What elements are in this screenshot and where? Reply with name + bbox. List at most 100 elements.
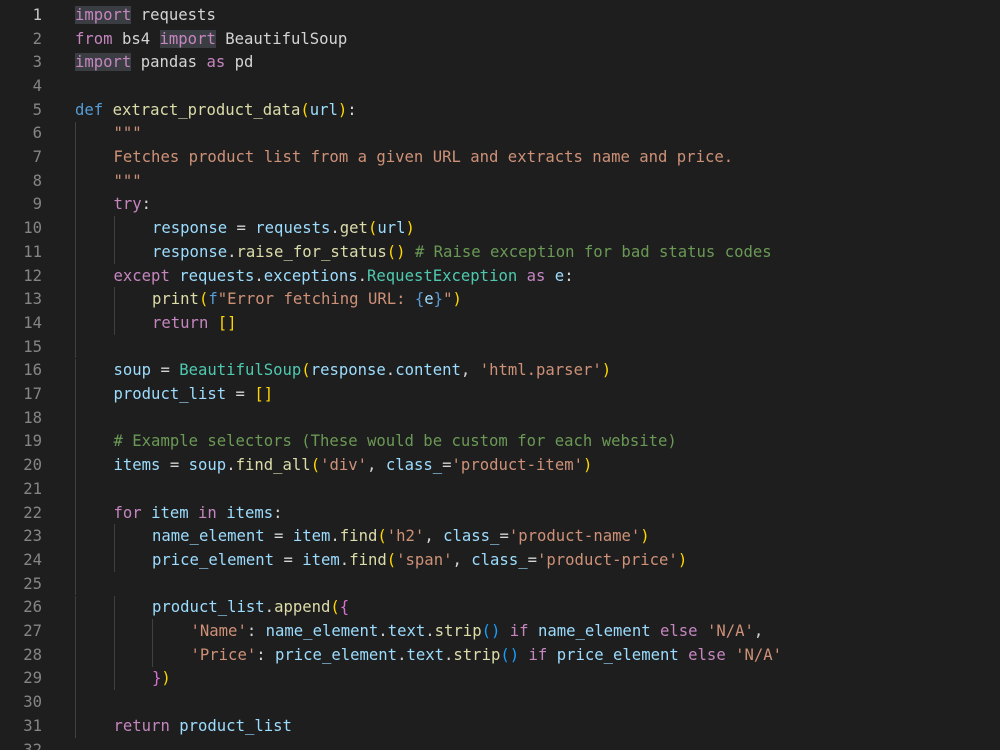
code-text: import pandas as pd [75, 50, 253, 74]
code-token: item [151, 503, 189, 522]
code-token: soup [188, 456, 227, 475]
code-token: response [152, 219, 228, 238]
code-line[interactable]: 12 except requests. exceptions. RequestExce… [0, 263, 1000, 288]
code-line[interactable]: 21 [0, 477, 1000, 501]
code-token: return [152, 313, 209, 332]
code-line[interactable]: 32 [0, 738, 1000, 750]
code-token: price_element [275, 645, 398, 664]
code-token: """ [113, 124, 142, 143]
code-token: 'html.parser' [479, 361, 602, 380]
code-token: ) [677, 550, 688, 569]
code-token: . [254, 266, 264, 285]
code-line[interactable]: 13 print(f "Error fetching URL: {e} ") [0, 287, 1000, 312]
line-number: 26 [23, 598, 42, 617]
indent-guide [75, 500, 76, 525]
code-editor[interactable]: 1 import requests 2 from bs4 import Beautif… [0, 0, 1000, 750]
code-token: get [339, 219, 368, 238]
indent-guide [113, 642, 115, 667]
code-token: product_list [152, 598, 265, 617]
line-number: 13 [23, 290, 42, 309]
indent-guide [75, 216, 76, 240]
code-token: . [425, 622, 435, 641]
indent-guide [75, 358, 76, 383]
indent-guide [75, 477, 76, 501]
code-text: try: [114, 193, 152, 217]
indent-guide [75, 334, 76, 359]
code-line[interactable]: 26 product_list. append({ [0, 595, 1000, 620]
code-token: def [75, 100, 104, 119]
code-token: ) [405, 219, 415, 238]
line-number: 6 [32, 124, 42, 143]
code-line[interactable]: 22 for item in items: [0, 500, 1000, 525]
code-token: append [274, 598, 331, 617]
code-token: () [500, 645, 520, 664]
code-line[interactable]: 8 """ [0, 168, 1000, 193]
code-token: requests [131, 5, 216, 24]
line-number: 4 [32, 76, 42, 95]
code-token: in [198, 503, 217, 522]
code-line[interactable]: 15 [0, 334, 1000, 359]
code-token: e [424, 290, 434, 309]
code-line[interactable]: 3 import pandas as pd [0, 50, 1000, 74]
code-line[interactable]: 18 [0, 405, 1000, 430]
code-line[interactable]: 10 response = requests. get(url) [0, 216, 1000, 240]
code-line[interactable]: 9 try: [0, 192, 1000, 217]
code-token: , [753, 622, 764, 641]
code-line[interactable]: 4 [0, 74, 1000, 98]
code-token: class_ [385, 456, 443, 475]
code-token: : [141, 195, 152, 214]
code-token: content [395, 361, 461, 380]
code-token: else [688, 645, 726, 664]
code-token: 'Name' [190, 622, 247, 641]
code-line[interactable]: 19 # Example selectors (These would be cu… [0, 429, 1000, 454]
code-line[interactable]: 14 return [] [0, 311, 1000, 335]
code-token: : [246, 622, 266, 641]
code-line[interactable]: 16 soup = BeautifulSoup(response. content,… [0, 358, 1000, 383]
code-token: } [433, 290, 444, 309]
code-line[interactable]: 24 price_element = item. find('span', clas… [0, 548, 1000, 572]
line-number: 5 [32, 100, 42, 119]
code-line[interactable]: 20 items = soup. find_all('div', class_ ='p… [0, 453, 1000, 477]
line-number: 8 [32, 171, 42, 190]
code-token: exceptions [263, 266, 358, 285]
line-number: 21 [23, 479, 42, 498]
code-line[interactable]: 23 name_element = item. find('h2', class_ =… [0, 524, 1000, 549]
indent-guide [113, 287, 115, 312]
code-token: 'product-item' [451, 456, 583, 475]
code-line[interactable]: 7 Fetches product list from a given URL a… [0, 145, 1000, 169]
code-line[interactable]: 5 def extract_product_data(url): [0, 98, 1000, 122]
code-token: { [414, 290, 425, 309]
indent-guide [75, 405, 76, 430]
code-line[interactable]: 28 'Price': price_element. text. strip() if… [0, 642, 1000, 667]
code-line[interactable]: 11 response. raise_for_status() # Raise ex… [0, 240, 1000, 264]
code-token: ) [452, 290, 462, 309]
code-token: ( [330, 598, 340, 617]
code-token: pd [225, 53, 254, 72]
code-line[interactable]: 31 return product_list [0, 714, 1000, 738]
code-line[interactable]: 29}) [0, 666, 1000, 691]
code-token: BeautifulSoup [215, 29, 348, 48]
code-line[interactable]: 2 from bs4 import BeautifulSoup [0, 27, 1000, 51]
code-token: = [151, 361, 180, 380]
code-line[interactable]: 25 [0, 571, 1000, 596]
line-number: 22 [23, 503, 42, 522]
code-token: : [347, 100, 357, 119]
code-line[interactable]: 17 product_list = [] [0, 382, 1000, 406]
code-line[interactable]: 27 'Name': name_element. text. strip() if n… [0, 619, 1000, 643]
code-token: """ [113, 171, 142, 190]
code-token: . [264, 598, 275, 617]
code-token: { [339, 598, 350, 617]
code-token: 'N/A' [706, 622, 754, 641]
code-token: soup [113, 361, 152, 380]
code-line[interactable]: 30 [0, 690, 1000, 714]
code-token: items [226, 503, 274, 522]
code-line[interactable]: 6 """ [0, 121, 1000, 146]
code-token: . [357, 266, 368, 285]
code-token: 'Price' [190, 645, 257, 664]
code-line[interactable]: 1 import requests [0, 3, 1000, 27]
code-token: ) [582, 456, 593, 475]
